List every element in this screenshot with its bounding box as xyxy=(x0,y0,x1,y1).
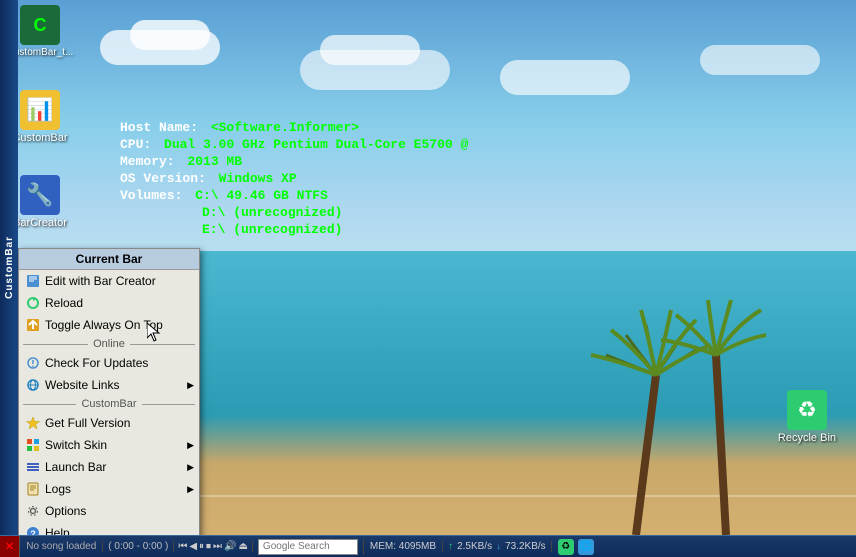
taskbar-tray-icons: ♻ 🌐 xyxy=(552,539,600,555)
context-menu: Current Bar Edit with Bar Creator Reload… xyxy=(18,248,200,557)
website-links-label: Website Links xyxy=(45,378,119,392)
volume1-value: C:\ 49.46 GB NTFS xyxy=(195,188,328,203)
taskbar-start-area[interactable]: ✕ xyxy=(0,536,20,557)
menu-item-edit-bar-creator[interactable]: Edit with Bar Creator xyxy=(19,270,199,292)
logs-icon xyxy=(25,481,41,497)
switch-skin-arrow: ▶ xyxy=(187,440,194,451)
memory-value: 2013 MB xyxy=(187,154,242,169)
volume3-value: E:\ (unrecognized) xyxy=(202,222,342,237)
menu-item-toggle-always-on-top[interactable]: Toggle Always On Top xyxy=(19,314,199,336)
taskbar-controls: ⏮ ◀ ⏸ ⏹ ⏭ 🔊 ⏏ xyxy=(174,541,253,552)
switch-skin-icon xyxy=(25,437,41,453)
taskbar-time: ( 0:00 - 0:00 ) xyxy=(103,541,174,552)
desktop: ♻ Recycle Bin C CustomBar_t... 📊 CustomB… xyxy=(0,0,856,557)
info-panel: Host Name: <Software.Informer> CPU: Dual… xyxy=(120,120,468,239)
menu-item-website-links[interactable]: Website Links ▶ xyxy=(19,374,199,396)
sidebar-label: CustomBar xyxy=(4,236,15,299)
download-speed: 73.2KB/s xyxy=(505,541,546,552)
edit-bar-creator-icon xyxy=(25,273,41,289)
start-x-icon: ✕ xyxy=(5,540,14,553)
recycle-bin-label: Recycle Bin xyxy=(778,432,836,444)
ctrl-prev[interactable]: ⏮ xyxy=(178,541,187,552)
custombar-label: CustomBar xyxy=(12,132,67,144)
taskbar-song: No song loaded xyxy=(20,541,103,552)
os-value: Windows XP xyxy=(219,171,297,186)
toggle-always-on-top-icon xyxy=(25,317,41,333)
check-for-updates-label: Check For Updates xyxy=(45,356,148,370)
launch-bar-icon xyxy=(25,459,41,475)
ctrl-eject[interactable]: ⏏ xyxy=(238,541,247,552)
tray-icon-2[interactable]: 🌐 xyxy=(578,539,594,555)
get-full-version-icon xyxy=(25,415,41,431)
cpu-label: CPU: xyxy=(120,137,151,152)
ctrl-stop[interactable]: ⏹ xyxy=(206,541,211,552)
volumes-label: Volumes: xyxy=(120,188,182,203)
custombar-section-label: CustomBar xyxy=(76,398,141,410)
options-label: Options xyxy=(45,504,86,518)
hostname-label: Host Name: xyxy=(120,120,198,135)
get-full-version-label: Get Full Version xyxy=(45,416,130,430)
taskbar-search xyxy=(253,539,364,555)
logs-arrow: ▶ xyxy=(187,484,194,495)
hostname-value: <Software.Informer> xyxy=(211,120,359,135)
online-section-label: Online xyxy=(88,338,130,350)
menu-item-check-for-updates[interactable]: Check For Updates xyxy=(19,352,199,374)
menu-item-launch-bar[interactable]: Launch Bar ▶ xyxy=(19,456,199,478)
menu-item-logs[interactable]: Logs ▶ xyxy=(19,478,199,500)
logs-label: Logs xyxy=(45,482,71,496)
download-arrow-icon: ↓ xyxy=(496,541,501,552)
search-input[interactable] xyxy=(258,539,358,555)
taskbar-net: ↑ 2.5KB/s ↓ 73.2KB/s xyxy=(443,541,552,552)
ctrl-back[interactable]: ◀ xyxy=(189,541,197,552)
volume2-value: D:\ (unrecognized) xyxy=(202,205,342,220)
toggle-always-on-top-label: Toggle Always On Top xyxy=(45,318,163,332)
menu-item-get-full-version[interactable]: Get Full Version xyxy=(19,412,199,434)
check-for-updates-icon xyxy=(25,355,41,371)
website-links-icon xyxy=(25,377,41,393)
upload-arrow-icon: ↑ xyxy=(448,541,453,552)
menu-item-reload[interactable]: Reload xyxy=(19,292,199,314)
switch-skin-label: Switch Skin xyxy=(45,438,107,452)
ctrl-pause[interactable]: ⏸ xyxy=(199,541,204,552)
custombar-sidebar: CustomBar xyxy=(0,0,18,535)
os-label: OS Version: xyxy=(120,171,206,186)
taskbar-memory: MEM: 4095MB xyxy=(364,541,443,552)
reload-icon xyxy=(25,295,41,311)
tray-icon-1[interactable]: ♻ xyxy=(558,539,574,555)
menu-item-options[interactable]: Options xyxy=(19,500,199,522)
launch-bar-arrow: ▶ xyxy=(187,462,194,473)
barcreator-label: BarCreator xyxy=(13,217,67,229)
upload-speed: 2.5KB/s xyxy=(457,541,492,552)
taskbar: ✕ No song loaded ( 0:00 - 0:00 ) ⏮ ◀ ⏸ ⏹… xyxy=(0,535,856,557)
memory-label: Memory: xyxy=(120,154,175,169)
options-icon xyxy=(25,503,41,519)
ctrl-next[interactable]: ⏭ xyxy=(213,541,222,552)
menu-header: Current Bar xyxy=(19,249,199,270)
launch-bar-label: Launch Bar xyxy=(45,460,106,474)
recycle-bin-icon[interactable]: ♻ Recycle Bin xyxy=(778,390,836,444)
edit-bar-creator-label: Edit with Bar Creator xyxy=(45,274,156,288)
ctrl-vol[interactable]: 🔊 xyxy=(224,541,236,552)
website-links-arrow: ▶ xyxy=(187,380,194,391)
reload-label: Reload xyxy=(45,296,83,310)
menu-item-switch-skin[interactable]: Switch Skin ▶ xyxy=(19,434,199,456)
cpu-value: Dual 3.00 GHz Pentium Dual-Core E5700 @ xyxy=(164,137,468,152)
